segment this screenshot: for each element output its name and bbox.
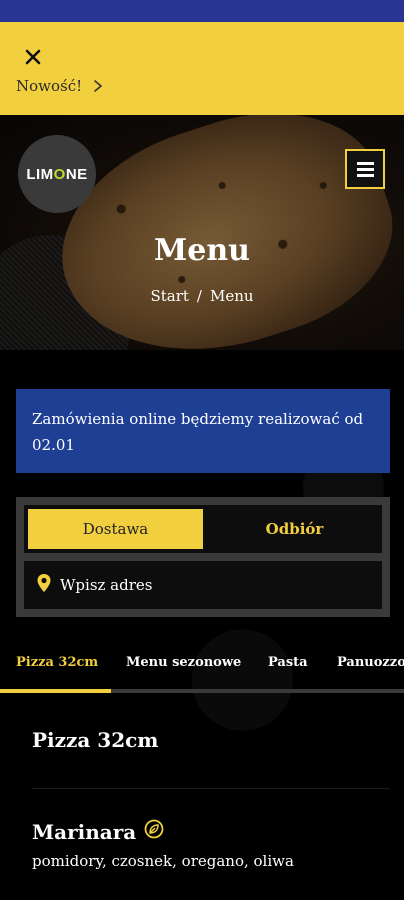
promo-label: Nowość! bbox=[16, 77, 83, 95]
pickup-button[interactable]: Odbiór bbox=[207, 505, 382, 553]
tab-pasta[interactable]: Pasta bbox=[268, 655, 308, 670]
active-tab-indicator bbox=[0, 689, 111, 693]
breadcrumb: Start / Menu bbox=[150, 287, 254, 305]
promo-link[interactable]: Nowość! bbox=[16, 77, 104, 95]
location-pin-icon bbox=[36, 573, 52, 597]
notice-banner: Zamówienia online będziemy realizować od… bbox=[16, 389, 390, 473]
close-icon[interactable] bbox=[22, 46, 44, 68]
delivery-toggle: Dostawa Odbiór bbox=[24, 505, 382, 553]
tab-menu-sezonowe[interactable]: Menu sezonowe bbox=[126, 655, 241, 670]
address-placeholder: Wpisz adres bbox=[60, 576, 153, 594]
vegan-leaf-icon bbox=[144, 819, 164, 844]
menu-item-description: pomidory, czosnek, oregano, oliwa bbox=[32, 852, 294, 870]
status-bar bbox=[0, 0, 404, 22]
tab-panuozzo[interactable]: Panuozzo bbox=[337, 655, 404, 670]
delivery-button[interactable]: Dostawa bbox=[28, 509, 203, 549]
promo-banner: Nowość! bbox=[0, 22, 404, 115]
tab-pizza-32cm[interactable]: Pizza 32cm bbox=[16, 655, 98, 670]
address-field[interactable]: Wpisz adres bbox=[24, 561, 382, 609]
order-panel: Dostawa Odbiór Wpisz adres bbox=[16, 497, 390, 617]
menu-item-title[interactable]: Marinara bbox=[32, 819, 164, 844]
divider bbox=[32, 788, 390, 789]
chevron-right-icon bbox=[92, 79, 104, 93]
page-title: Menu bbox=[154, 233, 250, 268]
logo[interactable]: LIMONE bbox=[18, 135, 96, 213]
hamburger-menu-icon[interactable] bbox=[345, 149, 385, 189]
category-tabs: Pizza 32cm Menu sezonowe Pasta Panuozzo bbox=[0, 645, 404, 693]
breadcrumb-current: Menu bbox=[209, 287, 254, 305]
section-title: Pizza 32cm bbox=[32, 728, 159, 752]
hero-banner: LIMONE Menu Start / Menu bbox=[0, 115, 404, 350]
breadcrumb-start[interactable]: Start bbox=[150, 287, 188, 305]
